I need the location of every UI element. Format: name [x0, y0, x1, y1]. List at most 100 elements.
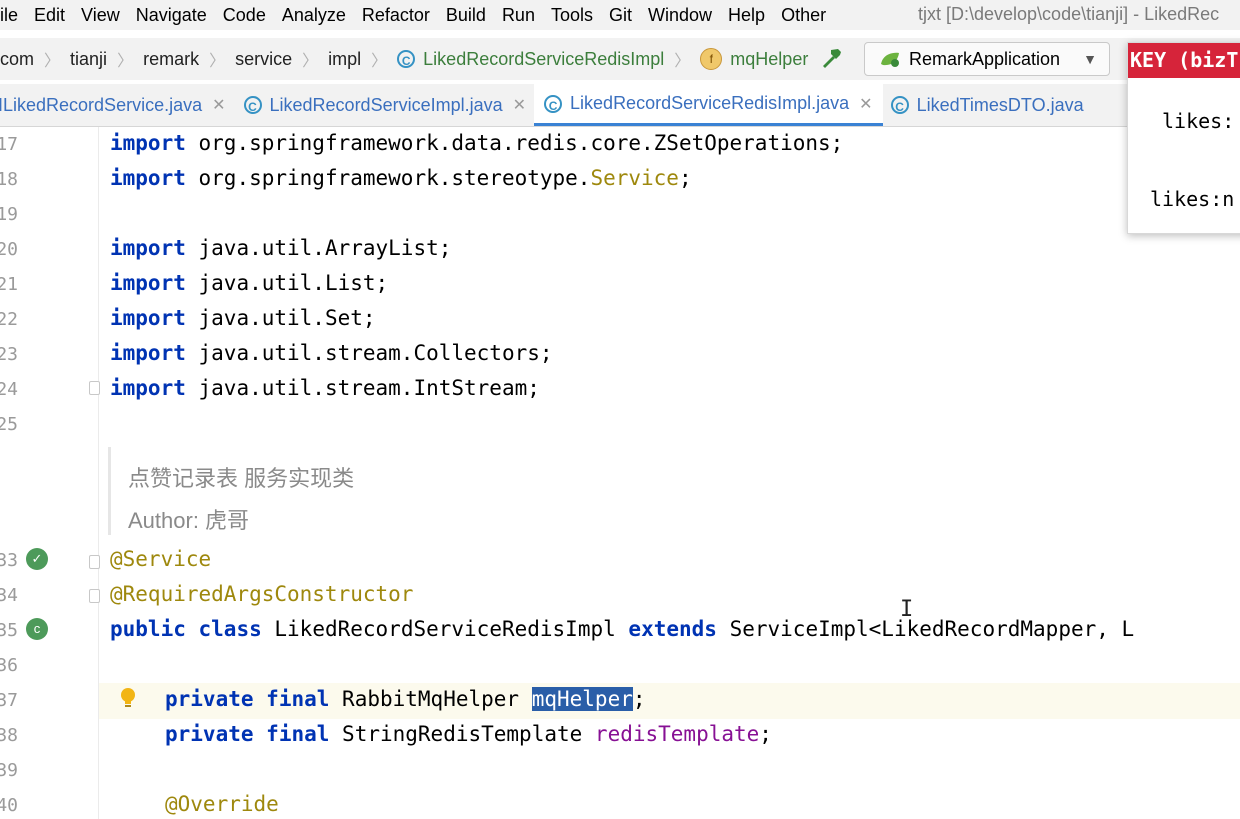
menu-code[interactable]: Code [215, 5, 274, 26]
keyword-import: import [110, 166, 186, 190]
code-line: private final StringRedisTemplate redisT… [165, 722, 772, 746]
tab-label: LikedRecordServiceRedisImpl.java [570, 93, 850, 113]
javadoc-description: 点赞记录表 服务实现类 [128, 466, 355, 491]
menu-file[interactable]: ile [0, 5, 26, 26]
menu-run[interactable]: Run [494, 5, 543, 26]
menu-analyze[interactable]: Analyze [274, 5, 354, 26]
keyword-import: import [110, 376, 186, 400]
text-cursor-icon: I [900, 597, 914, 622]
window-title: tjxt [D:\develop\code\tianji] - LikedRec [918, 4, 1220, 24]
menu-git[interactable]: Git [601, 5, 640, 26]
spring-bean-gutter-icon[interactable]: ✓ [26, 548, 48, 570]
import-path: java.util.List; [198, 271, 389, 295]
code-line: @Override [165, 792, 279, 816]
semicolon: ; [632, 687, 646, 711]
close-icon[interactable]: ✕ [212, 95, 225, 115]
tab-liked-record-service-redis-impl[interactable]: C LikedRecordServiceRedisImpl.java ✕ [534, 84, 883, 126]
annotation-required-args: @RequiredArgsConstructor [110, 582, 414, 606]
selected-field-name[interactable]: mqHelper [531, 687, 633, 711]
breadcrumb-remark[interactable]: remark [143, 49, 199, 70]
code-line: import java.util.Set; [110, 306, 376, 330]
class-icon: C [243, 96, 262, 114]
line-number: 37 [0, 690, 18, 711]
line-number: 17 [0, 134, 18, 155]
import-path: java.util.stream.Collectors; [198, 341, 553, 365]
run-configuration-select[interactable]: RemarkApplication ▼ [864, 42, 1110, 76]
run-configuration-label: RemarkApplication [909, 48, 1061, 69]
tab-iliked-record-service[interactable]: ILikedRecordService.java ✕ [0, 84, 236, 126]
service-identifier: Service [590, 166, 679, 190]
code-editor[interactable]: 17 18 19 20 21 22 23 24 25 33 34 35 36 3… [0, 127, 1240, 819]
code-line: import java.util.ArrayList; [110, 236, 451, 260]
menu-other[interactable]: Other [773, 5, 834, 26]
import-path: java.util.stream.IntStream; [198, 376, 540, 400]
navigation-bar: com 〉 tianji 〉 remark 〉 service 〉 impl 〉… [0, 38, 1240, 80]
class-icon: C [544, 94, 563, 113]
keyword-import: import [110, 271, 186, 295]
line-number: 23 [0, 344, 18, 365]
fold-marker-icon[interactable] [89, 381, 100, 395]
annotation-override: @Override [165, 792, 279, 816]
lightbulb-icon[interactable] [120, 687, 136, 709]
editor-tabs: ILikedRecordService.java ✕ C LikedRecord… [0, 84, 1240, 127]
close-icon[interactable]: ✕ [859, 94, 872, 114]
spring-boot-icon [881, 52, 899, 67]
breadcrumb-tianji[interactable]: tianji [70, 49, 107, 70]
line-number: 20 [0, 239, 18, 260]
breadcrumb-com[interactable]: com [0, 49, 34, 70]
spring-bean-gutter-icon[interactable]: c [26, 618, 48, 640]
line-number: 19 [0, 204, 18, 225]
menu-navigate[interactable]: Navigate [128, 5, 215, 26]
semicolon: ; [759, 722, 772, 746]
line-number: 21 [0, 274, 18, 295]
breadcrumb-field[interactable]: mqHelper [730, 49, 808, 70]
chevron-right-icon: 〉 [302, 53, 319, 70]
keyword-private: private [165, 687, 254, 711]
menu-help[interactable]: Help [720, 5, 773, 26]
tab-liked-record-service-impl[interactable]: C LikedRecordServiceImpl.java ✕ [234, 84, 537, 126]
menu-refactor[interactable]: Refactor [354, 5, 438, 26]
tab-liked-times-dto[interactable]: C LikedTimesDTO.java [881, 84, 1094, 126]
class-icon: C [890, 96, 909, 114]
keyword-import: import [110, 341, 186, 365]
class-name: LikedRecordServiceRedisImpl [274, 617, 616, 641]
code-line: public class LikedRecordServiceRedisImpl… [110, 617, 1134, 641]
popup-row: likes:n [1150, 187, 1235, 211]
chevron-down-icon: ▼ [1083, 51, 1097, 67]
line-number: 34 [0, 585, 18, 606]
popup-row: likes: [1162, 109, 1235, 133]
menu-window[interactable]: Window [640, 5, 720, 26]
menu-build[interactable]: Build [438, 5, 494, 26]
chevron-right-icon: 〉 [209, 53, 226, 70]
close-icon[interactable]: ✕ [513, 95, 526, 115]
build-hammer-icon[interactable] [820, 46, 844, 76]
menu-view[interactable]: View [73, 5, 128, 26]
breadcrumb: com 〉 tianji 〉 remark 〉 service 〉 impl 〉… [0, 38, 808, 80]
line-number: 36 [0, 655, 18, 676]
rendered-javadoc: 点赞记录表 服务实现类 Author: 虎哥 [108, 447, 1240, 535]
code-line: private final RabbitMqHelper mqHelper; [165, 687, 646, 711]
keyword-final: final [266, 687, 330, 711]
keyword-import: import [110, 131, 186, 155]
line-number: 25 [0, 414, 18, 435]
code-line: @RequiredArgsConstructor [110, 582, 413, 606]
fold-marker-icon[interactable] [89, 589, 100, 603]
menu-edit[interactable]: Edit [26, 5, 73, 26]
code-line: import java.util.stream.Collectors; [110, 341, 553, 365]
menu-tools[interactable]: Tools [543, 5, 601, 26]
import-path: java.util.ArrayList; [198, 236, 452, 260]
import-path: org.springframework.stereotype. [198, 166, 591, 190]
breadcrumb-class[interactable]: LikedRecordServiceRedisImpl [423, 49, 664, 70]
code-line: @Service [110, 547, 211, 571]
breadcrumb-service[interactable]: service [235, 49, 292, 70]
editor-gutter: 17 18 19 20 21 22 23 24 25 33 34 35 36 3… [0, 127, 100, 819]
fold-marker-icon[interactable] [89, 555, 100, 569]
keyword-private: private [165, 722, 254, 746]
breadcrumb-impl[interactable]: impl [328, 49, 361, 70]
line-number: 24 [0, 379, 18, 400]
keyword-public: public [110, 617, 186, 641]
field-type: RabbitMqHelper [342, 687, 520, 711]
class-icon: C [397, 50, 416, 68]
line-number: 33 [0, 550, 18, 571]
code-line: import java.util.List; [110, 271, 388, 295]
